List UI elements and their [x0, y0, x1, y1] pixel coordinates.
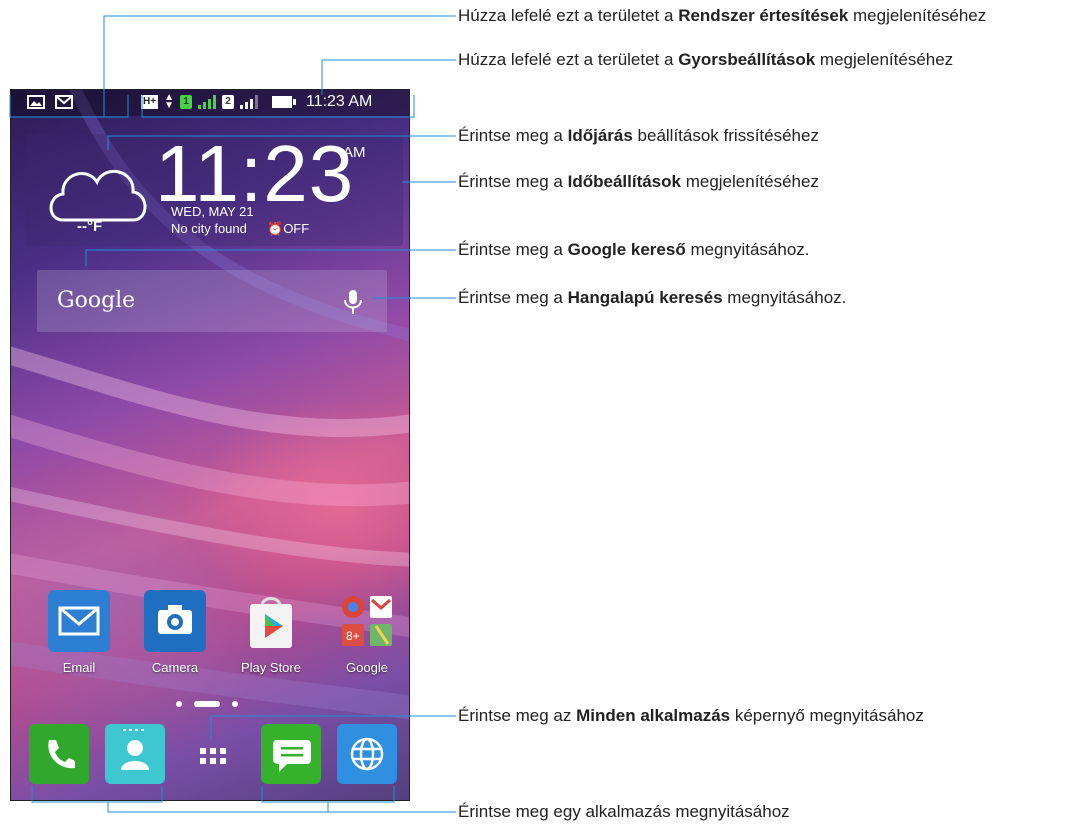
callout-all-apps: Érintse meg az Minden alkalmazás képerny… — [458, 706, 924, 726]
callout-text: Érintse meg az — [458, 706, 577, 725]
callout-text: beállítások frissítéséhez — [632, 126, 819, 145]
callout-text: megnyitásához. — [722, 288, 847, 307]
callout-text: Húzza lefelé ezt a területet a — [458, 50, 679, 69]
callout-text: Érintse meg a — [458, 288, 568, 307]
callout-lines — [9, 15, 456, 813]
callout-bold: Időbeállítások — [567, 172, 681, 191]
callout-text: megjelenítéséhez — [815, 50, 954, 69]
callout-text: megnyitásához. — [685, 240, 810, 259]
callout-text: Érintse meg egy alkalmazás megnyitásához — [458, 802, 790, 821]
callout-weather: Érintse meg a Időjárás beállítások friss… — [458, 126, 819, 146]
callout-text: Húzza lefelé ezt a területet a — [458, 6, 679, 25]
callout-bold: Gyorsbeállítások — [678, 50, 816, 69]
callout-text: megjelenítéséhez — [680, 172, 819, 191]
callout-text: Érintse meg a — [458, 126, 568, 145]
callout-notifications: Húzza lefelé ezt a területet a Rendszer … — [458, 6, 986, 26]
callout-voice-search: Érintse meg a Hangalapú keresés megnyitá… — [458, 288, 846, 308]
callout-text: megjelenítéséhez — [848, 6, 987, 25]
callout-bold: Rendszer értesítések — [678, 6, 849, 25]
callout-open-app: Érintse meg egy alkalmazás megnyitásához — [458, 802, 790, 822]
callout-text: Érintse meg a — [458, 172, 568, 191]
callout-text: Érintse meg a — [458, 240, 568, 259]
callout-bold: Google kereső — [567, 240, 686, 259]
callout-google-search: Érintse meg a Google kereső megnyitásáho… — [458, 240, 810, 260]
callout-bold: Minden alkalmazás — [576, 706, 731, 725]
callout-quick-settings: Húzza lefelé ezt a területet a Gyorsbeál… — [458, 50, 953, 70]
callout-text: képernyő megnyitásához — [730, 706, 924, 725]
callout-bold: Hangalapú keresés — [567, 288, 723, 307]
callout-time-settings: Érintse meg a Időbeállítások megjeleníté… — [458, 172, 819, 192]
callout-bold: Időjárás — [567, 126, 633, 145]
